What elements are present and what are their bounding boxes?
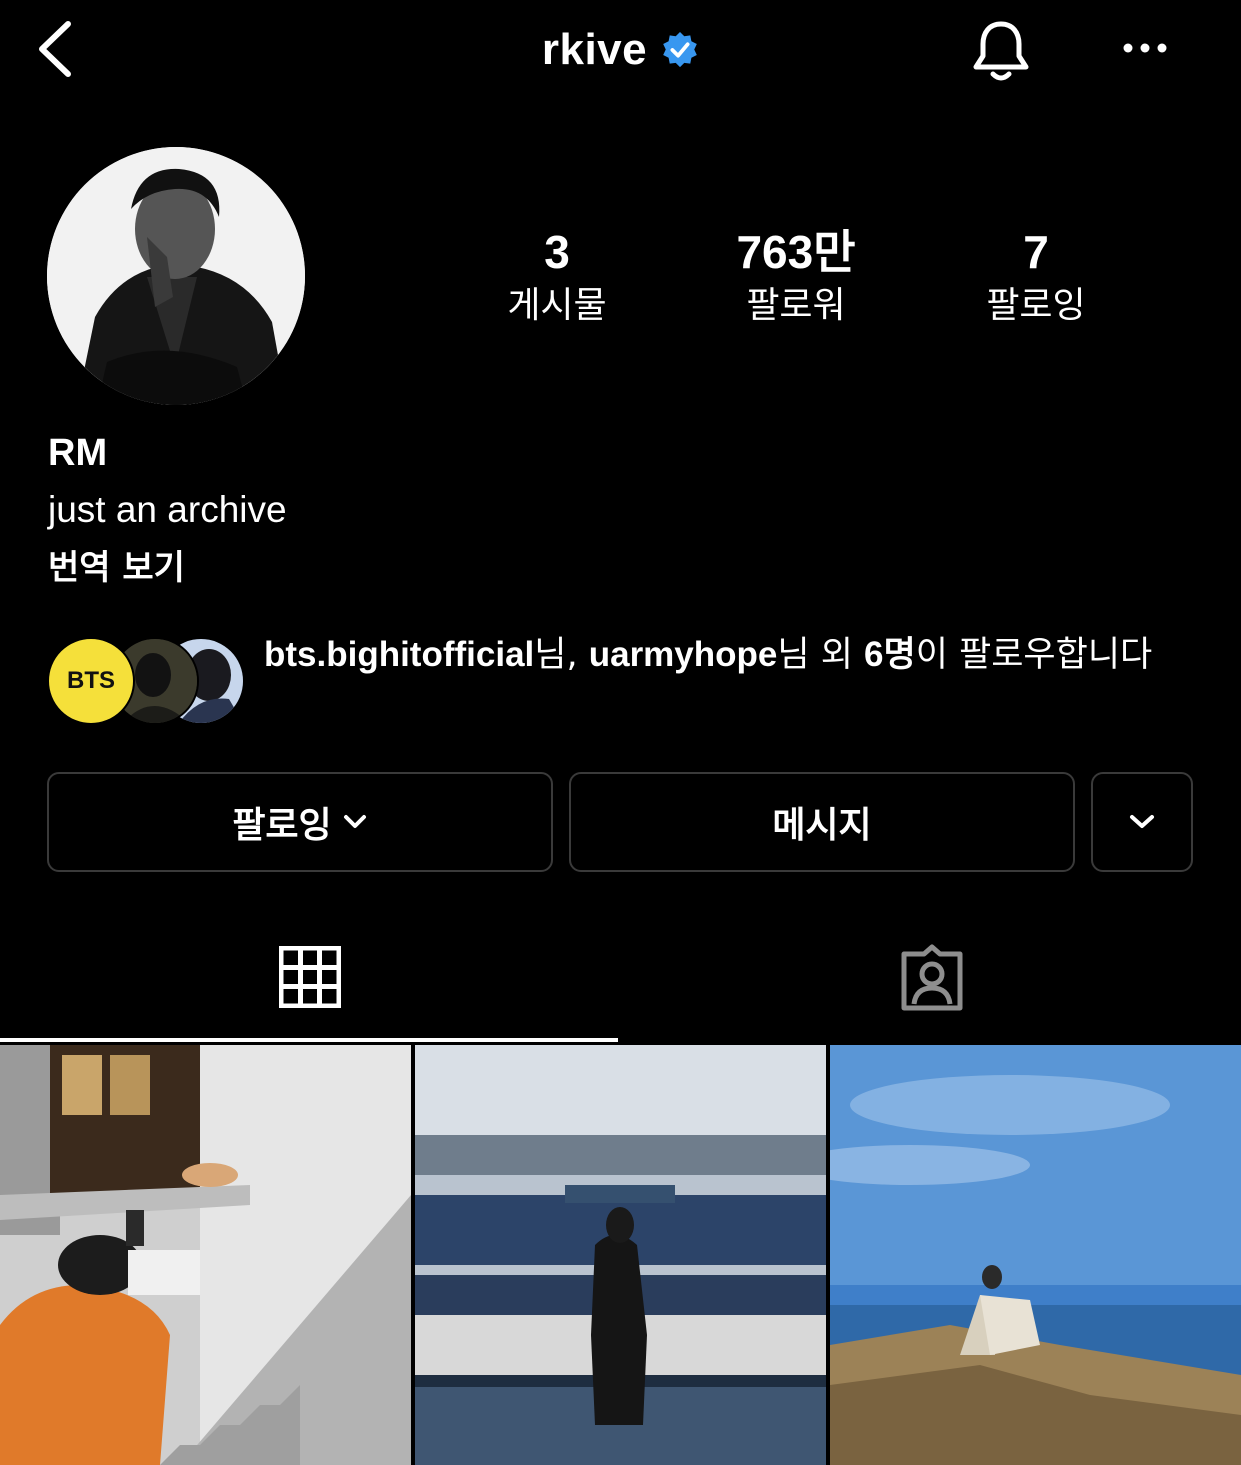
- notification-bell-button[interactable]: [966, 14, 1036, 84]
- chevron-down-icon: [343, 815, 366, 828]
- active-tab-indicator: [0, 1038, 618, 1042]
- profile-name: RM: [48, 432, 108, 474]
- stat-followers-value: 763만: [736, 226, 856, 278]
- more-options-button[interactable]: [1118, 28, 1172, 68]
- post-1-image: [0, 1045, 411, 1465]
- follower-avatar-bts: BTS: [47, 637, 135, 725]
- header-title: rkive: [0, 20, 1241, 80]
- bts-logo-text: BTS: [67, 667, 115, 694]
- suggested-accounts-button[interactable]: [1091, 772, 1193, 872]
- followed-by-avatars[interactable]: BTS: [47, 637, 245, 725]
- bell-icon: [973, 21, 1029, 81]
- followed-by-suffix-3: 이 팔로우합니다: [915, 635, 1153, 675]
- stat-posts-value: 3: [544, 226, 570, 278]
- following-button[interactable]: 팔로잉: [47, 772, 553, 872]
- followed-by-text[interactable]: bts.bighitofficial님, uarmyhope님 외 6명이 팔로…: [264, 628, 1194, 682]
- username-title: rkive: [541, 25, 648, 74]
- message-button-label: 메시지: [772, 805, 872, 846]
- post-3-image: [830, 1045, 1241, 1465]
- chevron-down-icon: [1130, 815, 1154, 828]
- tagged-person-icon: [901, 944, 963, 1011]
- stat-followers-label: 팔로워: [746, 285, 846, 326]
- followed-by-suffix-1: 님,: [534, 635, 589, 675]
- profile-avatar[interactable]: [47, 147, 305, 405]
- stat-posts[interactable]: 3 게시물: [457, 225, 657, 331]
- follower-account-2[interactable]: uarmyhope: [589, 635, 778, 674]
- verified-badge-icon: [663, 31, 697, 68]
- message-button[interactable]: 메시지: [569, 772, 1075, 872]
- tab-posts-grid[interactable]: [0, 930, 618, 1042]
- stat-posts-label: 게시물: [507, 285, 607, 326]
- followed-by-count: 6명: [864, 635, 916, 674]
- follower-account-1[interactable]: bts.bighitofficial: [264, 635, 534, 674]
- more-dots-icon: [1123, 43, 1167, 53]
- stat-following-label: 팔로잉: [986, 285, 1086, 326]
- stat-following-value: 7: [1023, 226, 1049, 278]
- post-thumbnail-2[interactable]: [415, 1045, 826, 1465]
- stat-followers[interactable]: 763만 팔로워: [696, 225, 896, 331]
- post-thumbnail-3[interactable]: [830, 1045, 1241, 1465]
- post-2-image: [415, 1045, 826, 1465]
- post-thumbnail-1[interactable]: [0, 1045, 411, 1465]
- see-translation-link[interactable]: 번역 보기: [48, 540, 185, 589]
- grid-icon: [279, 946, 341, 1008]
- profile-bio: just an archive: [48, 489, 287, 530]
- stat-following[interactable]: 7 팔로잉: [936, 225, 1136, 331]
- tab-tagged[interactable]: [621, 930, 1241, 1042]
- followed-by-suffix-2: 님 외: [777, 635, 865, 675]
- following-button-label: 팔로잉: [232, 805, 332, 846]
- avatar-photo: [47, 147, 305, 405]
